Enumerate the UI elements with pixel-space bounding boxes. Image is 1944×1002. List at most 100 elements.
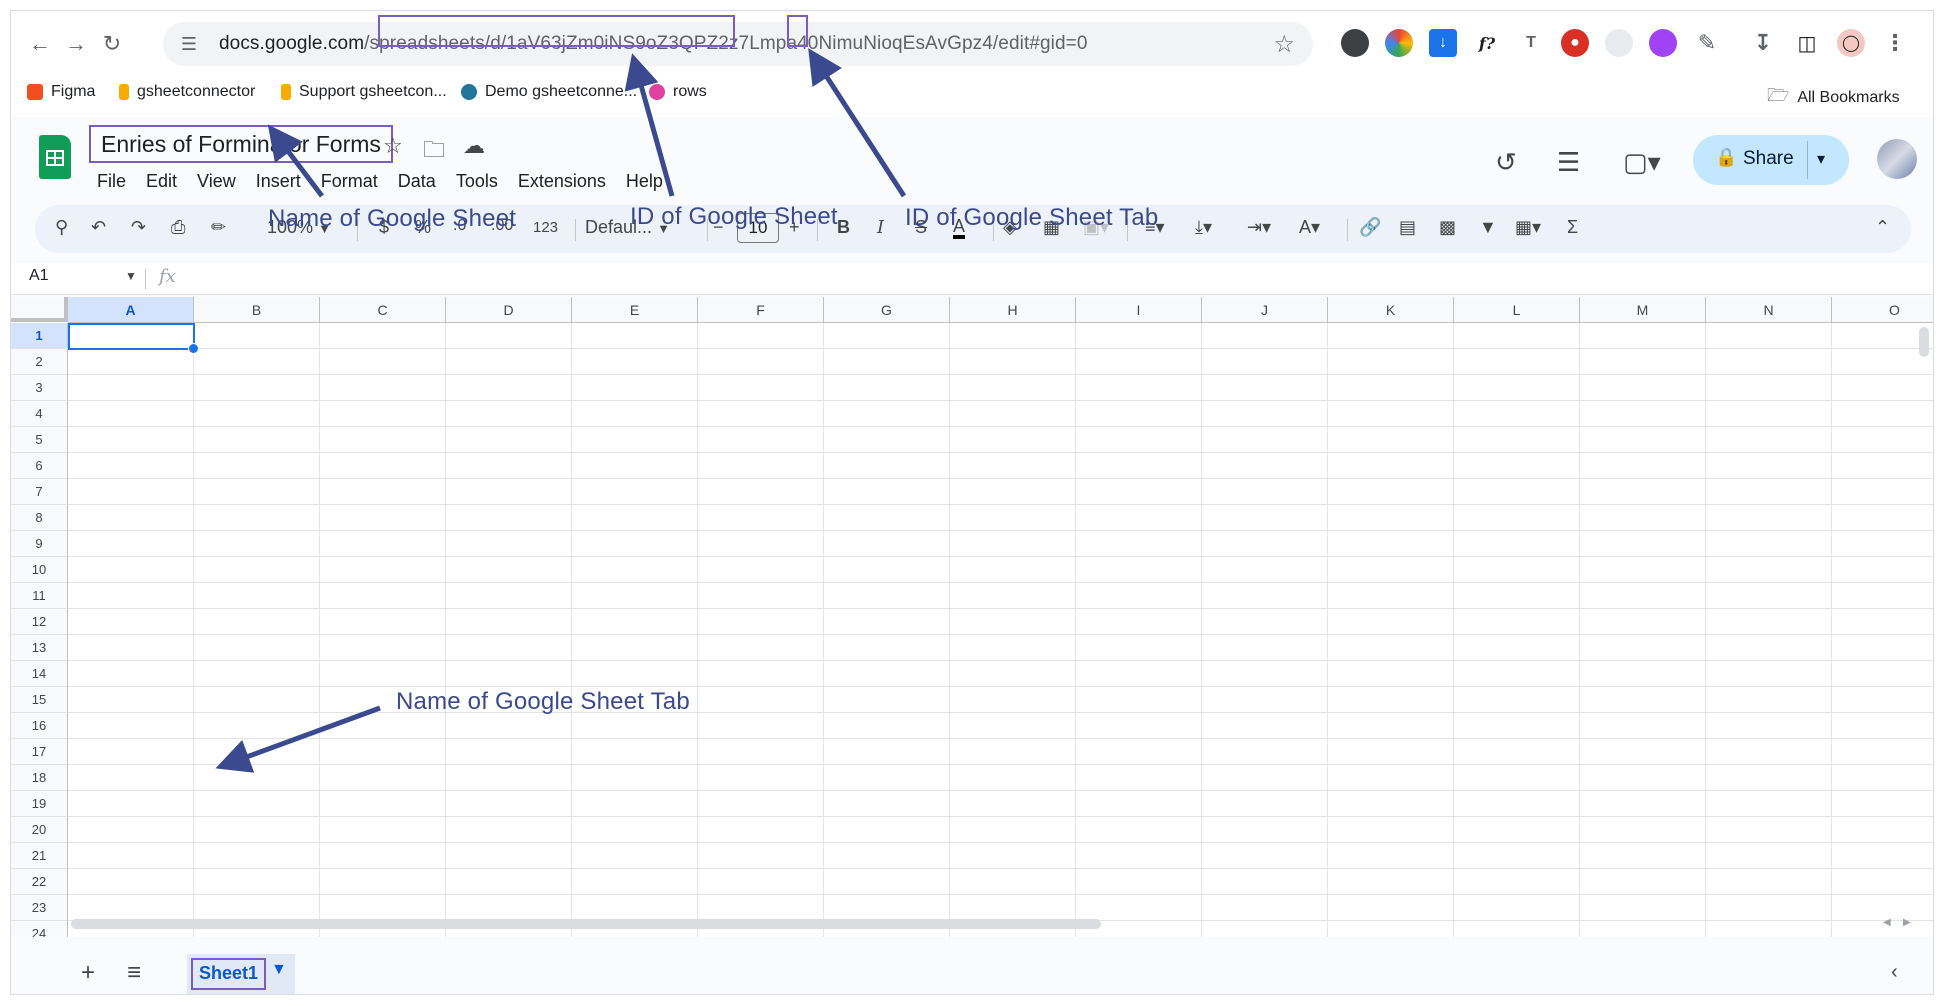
all-sheets-icon[interactable]: ≡	[127, 959, 141, 987]
browser-menu-icon[interactable]: ⋮	[1881, 29, 1909, 57]
column-header-b[interactable]: B	[194, 297, 320, 323]
italic-icon[interactable]: I	[877, 217, 884, 238]
menu-data[interactable]: Data	[390, 167, 444, 196]
column-header-j[interactable]: J	[1202, 297, 1328, 323]
column-header-g[interactable]: G	[824, 297, 950, 323]
menu-help[interactable]: Help	[618, 167, 671, 196]
search-menus-icon[interactable]: ⚲	[55, 217, 68, 238]
column-header-e[interactable]: E	[572, 297, 698, 323]
star-icon[interactable]: ☆	[383, 133, 403, 159]
share-button[interactable]: 🔒 Share ▾	[1693, 135, 1849, 185]
collapse-toolbar-icon[interactable]: ⌃	[1875, 217, 1890, 238]
row-header-7[interactable]: 7	[11, 479, 68, 505]
horizontal-scrollbar[interactable]	[71, 919, 1101, 929]
sheet-tab-menu-icon[interactable]: ▼	[271, 961, 287, 979]
menu-format[interactable]: Format	[313, 167, 386, 196]
account-avatar[interactable]	[1877, 139, 1917, 179]
scroll-right-icon[interactable]: ▶	[1903, 917, 1911, 928]
row-header-2[interactable]: 2	[11, 349, 68, 375]
back-button[interactable]: ←	[25, 29, 55, 59]
bookmark-figma[interactable]: Figma	[27, 83, 95, 101]
site-settings-icon[interactable]: ☰	[177, 32, 201, 56]
menu-tools[interactable]: Tools	[448, 167, 506, 196]
insert-comment-icon[interactable]: ▤	[1399, 217, 1416, 238]
row-header-4[interactable]: 4	[11, 401, 68, 427]
column-header-f[interactable]: F	[698, 297, 824, 323]
cloud-status-icon[interactable]: ☁	[463, 133, 485, 159]
forward-button[interactable]: →	[61, 29, 91, 59]
row-header-12[interactable]: 12	[11, 609, 68, 635]
column-header-a[interactable]: A	[68, 297, 194, 323]
column-header-c[interactable]: C	[320, 297, 446, 323]
column-header-d[interactable]: D	[446, 297, 572, 323]
version-history-icon[interactable]: ↺	[1495, 147, 1517, 178]
row-header-10[interactable]: 10	[11, 557, 68, 583]
add-sheet-icon[interactable]: +	[81, 959, 95, 987]
active-cell[interactable]	[68, 323, 199, 354]
row-header-11[interactable]: 11	[11, 583, 68, 609]
formula-input[interactable]	[191, 265, 1911, 293]
document-title[interactable]: Enries of Forminator Forms	[89, 125, 393, 163]
insert-chart-icon[interactable]: ▩	[1439, 217, 1456, 238]
explore-collapse-icon[interactable]: ‹	[1891, 961, 1898, 984]
more-formats-button[interactable]: 123	[533, 219, 558, 236]
bookmark-support[interactable]: Support gsheetcon...	[281, 83, 447, 101]
redo-icon[interactable]: ↷	[131, 217, 146, 238]
row-header-5[interactable]: 5	[11, 427, 68, 453]
row-header-22[interactable]: 22	[11, 869, 68, 895]
text-rotation-icon[interactable]: A▾	[1299, 217, 1320, 238]
insert-link-icon[interactable]: 🔗	[1359, 217, 1381, 238]
menu-insert[interactable]: Insert	[248, 167, 309, 196]
menu-view[interactable]: View	[189, 167, 244, 196]
row-header-18[interactable]: 18	[11, 765, 68, 791]
scroll-left-icon[interactable]: ◀	[1883, 917, 1891, 928]
filter-icon[interactable]: ▼	[1479, 217, 1497, 238]
select-all-corner[interactable]	[11, 297, 68, 322]
profile-avatar[interactable]: ◯	[1837, 29, 1865, 57]
column-header-o[interactable]: O	[1832, 297, 1933, 323]
row-header-8[interactable]: 8	[11, 505, 68, 531]
meet-video-icon[interactable]: ▢▾	[1623, 147, 1661, 178]
row-header-1[interactable]: 1	[11, 323, 68, 349]
extension-color-wheel-icon[interactable]	[1385, 29, 1413, 57]
column-header-i[interactable]: I	[1076, 297, 1202, 323]
paint-format-icon[interactable]: ✏	[211, 217, 226, 238]
address-bar[interactable]: ☰ docs.google.com/spreadsheets/d/1aV63jZ…	[163, 22, 1313, 66]
extension-font-icon[interactable]: f?	[1473, 29, 1501, 57]
row-header-20[interactable]: 20	[11, 817, 68, 843]
functions-icon[interactable]: Σ	[1567, 217, 1578, 238]
bookmark-gsheetconnector[interactable]: gsheetconnector	[119, 83, 255, 101]
undo-icon[interactable]: ↶	[91, 217, 106, 238]
bookmark-rows[interactable]: rows	[649, 83, 707, 101]
column-header-l[interactable]: L	[1454, 297, 1580, 323]
row-header-17[interactable]: 17	[11, 739, 68, 765]
print-icon[interactable]: ⎙	[171, 217, 185, 238]
downloads-icon[interactable]: ↧	[1749, 29, 1777, 57]
row-header-16[interactable]: 16	[11, 713, 68, 739]
vertical-scrollbar[interactable]	[1919, 327, 1929, 357]
column-header-m[interactable]: M	[1580, 297, 1706, 323]
filter-views-icon[interactable]: ▦▾	[1515, 217, 1541, 238]
row-header-24[interactable]: 24	[11, 921, 68, 937]
all-bookmarks[interactable]: 🗁 All Bookmarks	[1767, 83, 1900, 113]
sheet-tab-sheet1[interactable]: Sheet1 ▼	[187, 954, 295, 994]
bookmark-star-icon[interactable]: ☆	[1273, 30, 1295, 59]
row-header-13[interactable]: 13	[11, 635, 68, 661]
bookmark-demo[interactable]: Demo gsheetconne...	[461, 83, 637, 101]
row-header-9[interactable]: 9	[11, 531, 68, 557]
text-wrapping-icon[interactable]: ⇥▾	[1247, 217, 1271, 238]
row-header-6[interactable]: 6	[11, 453, 68, 479]
google-sheets-logo-icon[interactable]	[39, 135, 71, 179]
extension-grey-icon[interactable]	[1605, 29, 1633, 57]
extension-camera-icon[interactable]	[1341, 29, 1369, 57]
cell-area[interactable]	[68, 323, 1933, 937]
column-header-h[interactable]: H	[950, 297, 1076, 323]
extension-brain-icon[interactable]	[1649, 29, 1677, 57]
reload-button[interactable]: ↻	[97, 29, 127, 59]
column-header-k[interactable]: K	[1328, 297, 1454, 323]
row-header-19[interactable]: 19	[11, 791, 68, 817]
row-header-15[interactable]: 15	[11, 687, 68, 713]
column-header-n[interactable]: N	[1706, 297, 1832, 323]
row-header-23[interactable]: 23	[11, 895, 68, 921]
move-folder-icon[interactable]: 🗀	[423, 133, 445, 171]
